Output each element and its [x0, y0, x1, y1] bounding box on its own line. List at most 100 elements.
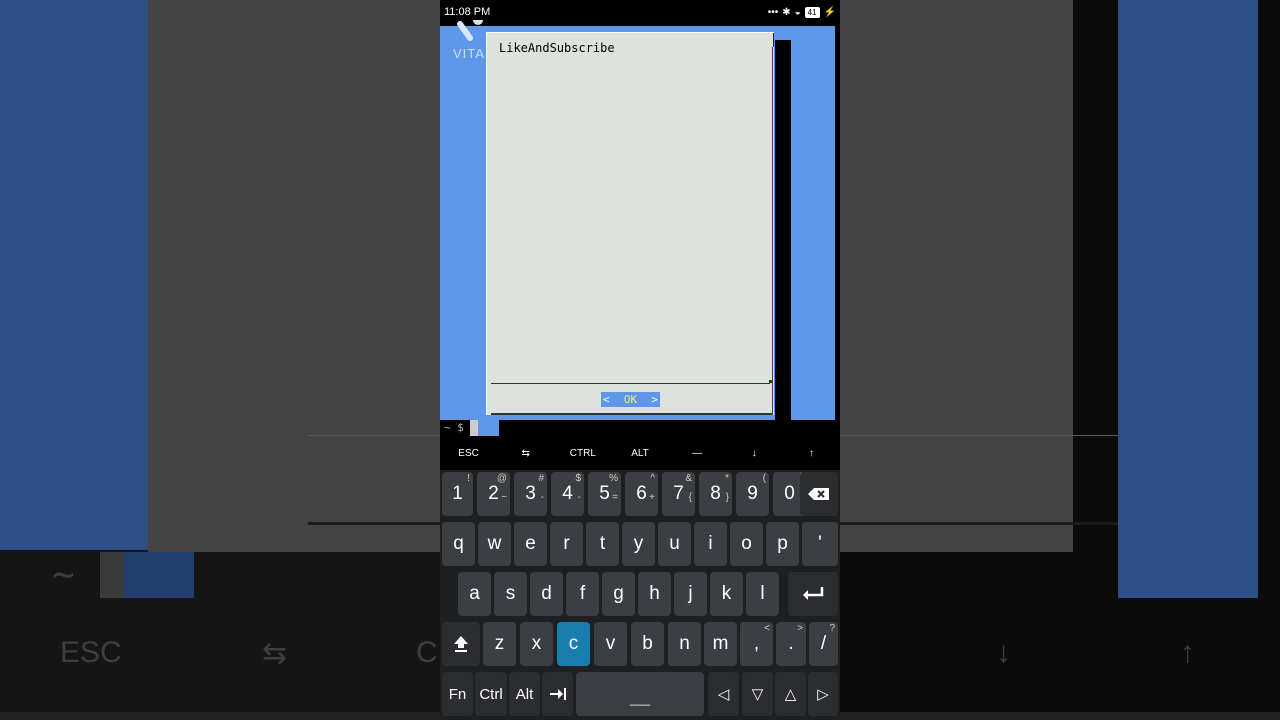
- wifi-icon: ◒: [794, 6, 801, 18]
- bg-blue-panel-left: [0, 0, 148, 550]
- key-slash[interactable]: /?: [809, 622, 838, 666]
- extra-keys-row: ESC ⇆ CTRL ALT — ↓ ↑: [440, 440, 840, 466]
- key-g[interactable]: g: [602, 572, 635, 616]
- key-6[interactable]: 6 ^ +: [625, 472, 658, 516]
- key-2[interactable]: 2 @ ~: [477, 472, 510, 516]
- key-t[interactable]: t: [586, 522, 619, 566]
- key-h[interactable]: h: [638, 572, 671, 616]
- key-b[interactable]: b: [631, 622, 664, 666]
- keyboard-row-numbers: 1! 2@~ 3#- 4$- 5%= 6^+ 7&{ 8*} 9( 0): [440, 470, 840, 516]
- shift-icon: [454, 636, 468, 652]
- key-5[interactable]: 5% =: [588, 472, 621, 516]
- arrow-left-key[interactable]: ◁: [708, 672, 739, 716]
- terminal-cursor: [470, 420, 478, 436]
- soft-keyboard: 1! 2@~ 3#- 4$- 5%= 6^+ 7&{ 8*} 9( 0) q w…: [440, 470, 840, 720]
- shift-key[interactable]: [442, 622, 480, 666]
- bg-label-ctrl: C: [416, 636, 438, 669]
- keyboard-row-bottom: Fn Ctrl Alt ___ ◁ ▽ △ ▷: [440, 670, 840, 716]
- key-d[interactable]: d: [530, 572, 563, 616]
- space-bar[interactable]: ___: [576, 672, 704, 716]
- extra-key-ctrl[interactable]: CTRL: [554, 440, 611, 466]
- key-u[interactable]: u: [658, 522, 691, 566]
- ok-bracket-right: >: [651, 393, 658, 406]
- backspace-key[interactable]: [800, 472, 838, 516]
- enter-icon: [803, 587, 824, 600]
- dialog-message: LikeAndSubscribe: [499, 41, 615, 55]
- ok-label: OK: [623, 393, 638, 406]
- keyboard-row-zxcv: z x c v b n m , < . > /?: [440, 620, 840, 666]
- terminal-view[interactable]: VITA LikeAndSubscribe < OK > ~ $: [440, 20, 840, 436]
- extra-key-dash[interactable]: —: [669, 440, 726, 466]
- key-o[interactable]: o: [730, 522, 763, 566]
- extra-key-alt[interactable]: ALT: [611, 440, 668, 466]
- arrow-down-key[interactable]: ▽: [742, 672, 773, 716]
- vita-logo-icon: [457, 20, 483, 41]
- dialog-divider: [491, 383, 770, 384]
- more-icon: •••: [767, 6, 779, 18]
- key-e[interactable]: e: [514, 522, 547, 566]
- vita-logo-text: VITA: [453, 46, 485, 61]
- bg-label-up: ↑: [1180, 636, 1195, 669]
- bg-cursor: [100, 552, 124, 598]
- space-bar-label: ___: [629, 692, 651, 706]
- dialog-shadow: [775, 40, 791, 436]
- arrow-right-key[interactable]: ▷: [808, 672, 838, 716]
- key-7[interactable]: 7 &{: [662, 472, 695, 516]
- phone-screen: 11:08 PM ••• ✱ ◒ 41 ⚡ VITA LikeAndSubscr…: [440, 0, 840, 720]
- key-w[interactable]: w: [478, 522, 511, 566]
- bg-label-down: ↓: [996, 636, 1011, 669]
- key-q[interactable]: q: [442, 522, 475, 566]
- tab-icon: [549, 688, 566, 700]
- charging-icon: ⚡: [823, 6, 836, 18]
- extra-key-esc[interactable]: ESC: [440, 440, 497, 466]
- fn-key[interactable]: Fn: [442, 672, 473, 716]
- key-k[interactable]: k: [710, 572, 743, 616]
- extra-key-down[interactable]: ↓: [726, 440, 783, 466]
- message-dialog: LikeAndSubscribe < OK >: [486, 32, 774, 415]
- backspace-icon: [808, 488, 829, 500]
- ctrl-key[interactable]: Ctrl: [475, 672, 507, 716]
- arrow-up-key[interactable]: △: [775, 672, 806, 716]
- bg-cursor-blue: [124, 552, 194, 598]
- bg-label-esc: ESC: [60, 636, 122, 669]
- key-v[interactable]: v: [594, 622, 627, 666]
- key-l[interactable]: l: [746, 572, 779, 616]
- extra-key-tab[interactable]: ⇆: [497, 440, 554, 466]
- extra-key-up[interactable]: ↑: [783, 440, 840, 466]
- key-period[interactable]: . >: [776, 622, 806, 666]
- ok-button[interactable]: < OK >: [601, 392, 660, 407]
- key-j[interactable]: j: [674, 572, 707, 616]
- key-4[interactable]: 4 $ -: [551, 472, 584, 516]
- key-8[interactable]: 8 *}: [699, 472, 732, 516]
- tab-key[interactable]: [542, 672, 573, 716]
- key-m[interactable]: m: [704, 622, 737, 666]
- key-z[interactable]: z: [483, 622, 516, 666]
- bluetooth-icon: ✱: [782, 6, 791, 18]
- shell-prompt-line: ~ $: [440, 420, 840, 436]
- key-s[interactable]: s: [494, 572, 527, 616]
- battery-icon: 41: [804, 6, 820, 18]
- status-bar: 11:08 PM ••• ✱ ◒ 41 ⚡: [440, 0, 840, 24]
- key-x[interactable]: x: [520, 622, 553, 666]
- bg-label-tab: ⇆: [262, 637, 288, 670]
- keyboard-row-asdf: a s d f g h j k l: [440, 570, 840, 616]
- key-c[interactable]: c: [557, 622, 590, 666]
- key-r[interactable]: r: [550, 522, 583, 566]
- key-f[interactable]: f: [566, 572, 599, 616]
- key-y[interactable]: y: [622, 522, 655, 566]
- shell-prompt: ~ $: [444, 421, 464, 434]
- key-i[interactable]: i: [694, 522, 727, 566]
- key-apostrophe[interactable]: ': [802, 522, 838, 566]
- key-a[interactable]: a: [458, 572, 491, 616]
- key-comma[interactable]: , <: [740, 622, 773, 666]
- key-n[interactable]: n: [668, 622, 701, 666]
- ok-bracket-left: <: [603, 393, 610, 406]
- key-p[interactable]: p: [766, 522, 799, 566]
- enter-key[interactable]: [788, 572, 838, 616]
- key-3[interactable]: 3 # -: [514, 472, 547, 516]
- alt-key[interactable]: Alt: [509, 672, 540, 716]
- key-9[interactable]: 9(: [736, 472, 769, 516]
- key-1[interactable]: 1!: [442, 472, 473, 516]
- bg-blue-panel-right: [1118, 0, 1258, 598]
- status-time: 11:08 PM: [444, 6, 491, 18]
